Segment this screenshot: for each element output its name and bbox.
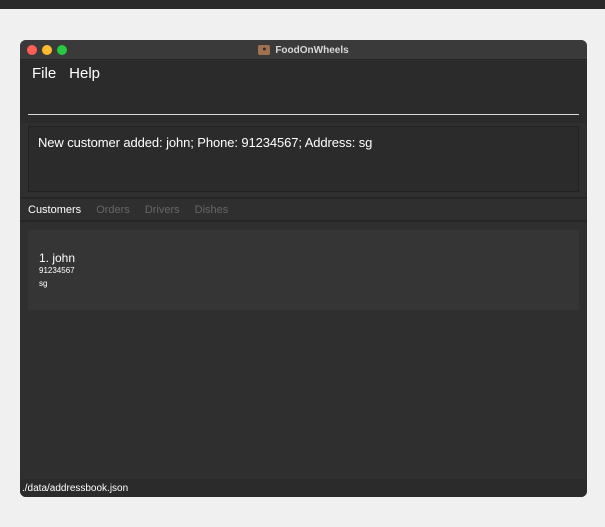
customer-list[interactable]: 1. john 91234567 sg <box>20 222 587 479</box>
result-message: New customer added: john; Phone: 9123456… <box>38 135 373 150</box>
app-window: ● FoodOnWheels File Help New customer ad… <box>20 40 587 497</box>
tab-drivers[interactable]: Drivers <box>145 204 180 216</box>
tab-customers[interactable]: Customers <box>28 204 81 216</box>
status-file-path: ./data/addressbook.json <box>22 482 129 494</box>
command-box <box>20 85 587 123</box>
divider-top <box>20 197 587 199</box>
menu-help[interactable]: Help <box>69 65 100 82</box>
tab-orders[interactable]: Orders <box>96 204 130 216</box>
menu-bar: File Help <box>20 61 587 85</box>
customer-name: 1. john <box>39 251 76 265</box>
menu-file[interactable]: File <box>32 65 56 82</box>
status-bar: ./data/addressbook.json <box>20 479 587 497</box>
customer-card[interactable]: 1. john 91234567 sg <box>28 230 579 310</box>
window-title: FoodOnWheels <box>275 44 349 56</box>
tab-dishes[interactable]: Dishes <box>195 204 229 216</box>
tab-bar: Customers Orders Drivers Dishes <box>20 200 587 220</box>
title-bar: ● FoodOnWheels <box>20 40 587 60</box>
command-input[interactable] <box>28 90 579 115</box>
app-logo-icon: ● <box>258 45 271 55</box>
window-title-group: ● FoodOnWheels <box>20 40 587 60</box>
customer-address: sg <box>39 279 48 288</box>
customer-phone: 91234567 <box>39 266 75 275</box>
result-display: New customer added: john; Phone: 9123456… <box>28 126 579 192</box>
top-dark-strip <box>0 0 605 9</box>
